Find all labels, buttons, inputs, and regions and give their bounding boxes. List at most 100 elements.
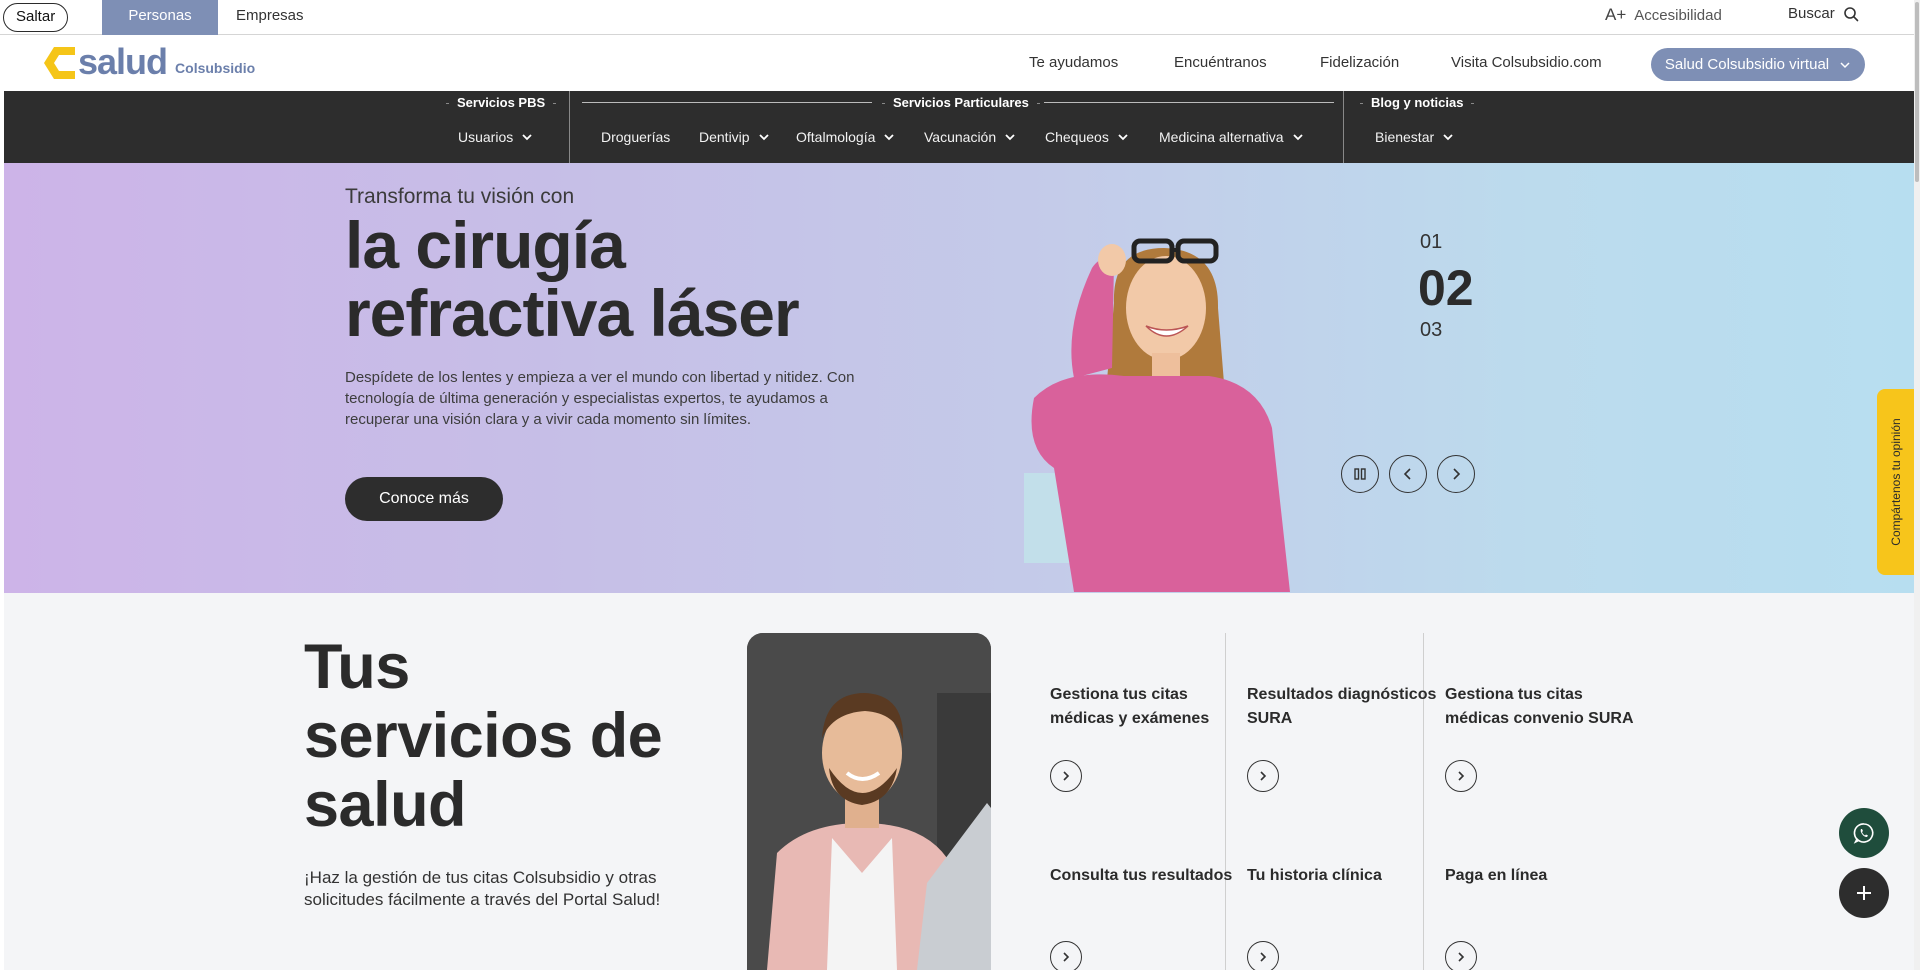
divider [1044,102,1334,103]
hero-description: Despídete de los lentes y empieza a ver … [345,369,855,428]
nav-fidelizacion[interactable]: Fidelización [1320,54,1399,71]
feedback-label: Compártenos tu opinión [1889,418,1903,546]
menu-label: Vacunación [924,129,997,145]
service-resultados-sura[interactable]: Resultados diagnósticos SURA [1247,683,1437,731]
chevron-down-icon [1005,134,1015,141]
chevron-right-icon [1063,771,1070,781]
hero-kicker: Transforma tu visión con [345,185,575,208]
main-header: salud Colsubsidio Te ayudamos Encuéntran… [0,36,1920,91]
service-citas-sura-arrow[interactable] [1445,760,1477,792]
divider [569,91,570,163]
group-title-particulares: Servicios Particulares [874,95,1048,110]
menu-usuarios[interactable]: Usuarios [458,129,533,145]
carousel-prev-button[interactable] [1389,455,1427,493]
hero-title: la cirugía refractiva láser [345,208,800,350]
chevron-down-icon [1840,61,1850,68]
service-paga-en-linea-arrow[interactable] [1445,941,1477,970]
service-consulta-resultados-arrow[interactable] [1050,941,1082,970]
menu-medicina-alternativa[interactable]: Medicina alternativa [1159,129,1304,145]
hero-banner: Transforma tu visión con la cirugía refr… [4,163,1916,593]
scrollbar-thumb[interactable] [1915,2,1919,182]
plus-icon [1857,886,1871,900]
menu-oftalmologia[interactable]: Oftalmología [796,129,895,145]
accessibility-link[interactable]: A+ Accesibilidad [1605,5,1722,25]
services-description: ¡Haz la gestión de tus citas Colsubsidio… [304,868,661,909]
service-historia-clinica-arrow[interactable] [1247,941,1279,970]
divider [1343,91,1344,163]
menu-label: Dentivip [699,129,750,145]
chevron-down-icon [884,134,895,141]
services-title-line: salud [304,770,467,840]
service-resultados-sura-arrow[interactable] [1247,760,1279,792]
group-title-blog: Blog y noticias [1352,95,1482,110]
logo-word: salud [78,41,168,82]
salud-colsubsidio-logo[interactable]: salud Colsubsidio [42,42,255,82]
menu-label: Oftalmología [796,129,876,145]
feedback-tab[interactable]: Compártenos tu opinión [1877,389,1915,575]
salud-virtual-label: Salud Colsubsidio virtual [1664,56,1830,73]
nav-te-ayudamos[interactable]: Te ayudamos [1029,54,1118,71]
chevron-right-icon [1260,771,1267,781]
chevron-down-icon [1292,134,1303,141]
menu-label: Medicina alternativa [1159,129,1284,145]
slide-indicator-1[interactable]: 01 [1420,231,1442,254]
divider [582,102,872,103]
service-historia-clinica[interactable]: Tu historia clínica [1247,864,1437,888]
service-citas-medicas-arrow[interactable] [1050,760,1082,792]
group-title-pbs: Servicios PBS [438,95,564,110]
skip-button[interactable]: Saltar [3,3,69,32]
tab-personas[interactable]: Personas [102,0,218,35]
logo-subtitle: Colsubsidio [175,60,256,76]
chevron-right-icon [1458,771,1465,781]
chevron-right-icon [1458,952,1465,962]
hero-title-line: la cirugía [345,208,626,282]
service-citas-sura[interactable]: Gestiona tus citas médicas convenio SURA [1445,683,1635,731]
services-title: Tus servicios de salud [304,632,663,840]
menu-vacunacion[interactable]: Vacunación [924,129,1016,145]
salud-virtual-button[interactable]: Salud Colsubsidio virtual [1651,48,1865,81]
service-citas-medicas[interactable]: Gestiona tus citas médicas y exámenes [1050,683,1240,731]
chevron-left-icon [1403,468,1411,480]
nav-encuentranos[interactable]: Encuéntranos [1174,54,1267,71]
menu-label: Chequeos [1045,129,1109,145]
nav-visita-colsubsidio[interactable]: Visita Colsubsidio.com [1451,54,1602,71]
menu-dentivip[interactable]: Dentivip [699,129,770,145]
menu-label: Bienestar [1375,129,1435,145]
chevron-down-icon [1118,134,1128,141]
chevron-right-icon [1453,468,1461,480]
carousel-pause-button[interactable] [1341,455,1379,493]
menu-bienestar[interactable]: Bienestar [1375,129,1454,145]
pause-icon [1354,468,1366,480]
chevron-down-icon [522,134,532,141]
chevron-right-icon [1063,952,1070,962]
hero-title-line: refractiva láser [345,276,800,350]
slide-indicator-2[interactable]: 02 [1418,259,1474,317]
service-paga-en-linea[interactable]: Paga en línea [1445,864,1635,888]
services-title-line: servicios de [304,701,663,771]
conoce-mas-button[interactable]: Conoce más [345,477,503,521]
font-size-icon: A+ [1605,5,1627,24]
hero-woman-image [1024,238,1290,592]
menu-droguerias[interactable]: Droguerías [601,129,670,145]
logo-mark-icon [44,47,75,79]
menu-chequeos[interactable]: Chequeos [1045,129,1129,145]
expand-menu-button[interactable] [1839,868,1889,918]
man-with-laptop-image [747,633,991,970]
chevron-down-icon [758,134,769,141]
chevron-down-icon [1443,134,1453,141]
search-link[interactable]: Buscar [1788,5,1859,22]
whatsapp-icon [1853,823,1874,844]
tab-empresas[interactable]: Empresas [236,0,304,35]
accessibility-label: Accesibilidad [1634,6,1722,24]
services-nav-bar: Servicios PBS Servicios Particulares Blo… [4,91,1916,163]
chevron-right-icon [1260,952,1267,962]
services-title-line: Tus [304,632,410,702]
menu-label: Droguerías [601,129,671,145]
slide-indicator-3[interactable]: 03 [1420,319,1442,342]
whatsapp-button[interactable] [1839,808,1889,858]
page-scrollbar[interactable] [1914,0,1920,970]
service-consulta-resultados[interactable]: Consulta tus resultados [1050,864,1240,888]
health-services-section: Tus servicios de salud ¡Haz la gestión d… [4,593,1916,970]
menu-label: Usuarios [458,129,514,145]
carousel-next-button[interactable] [1437,455,1475,493]
